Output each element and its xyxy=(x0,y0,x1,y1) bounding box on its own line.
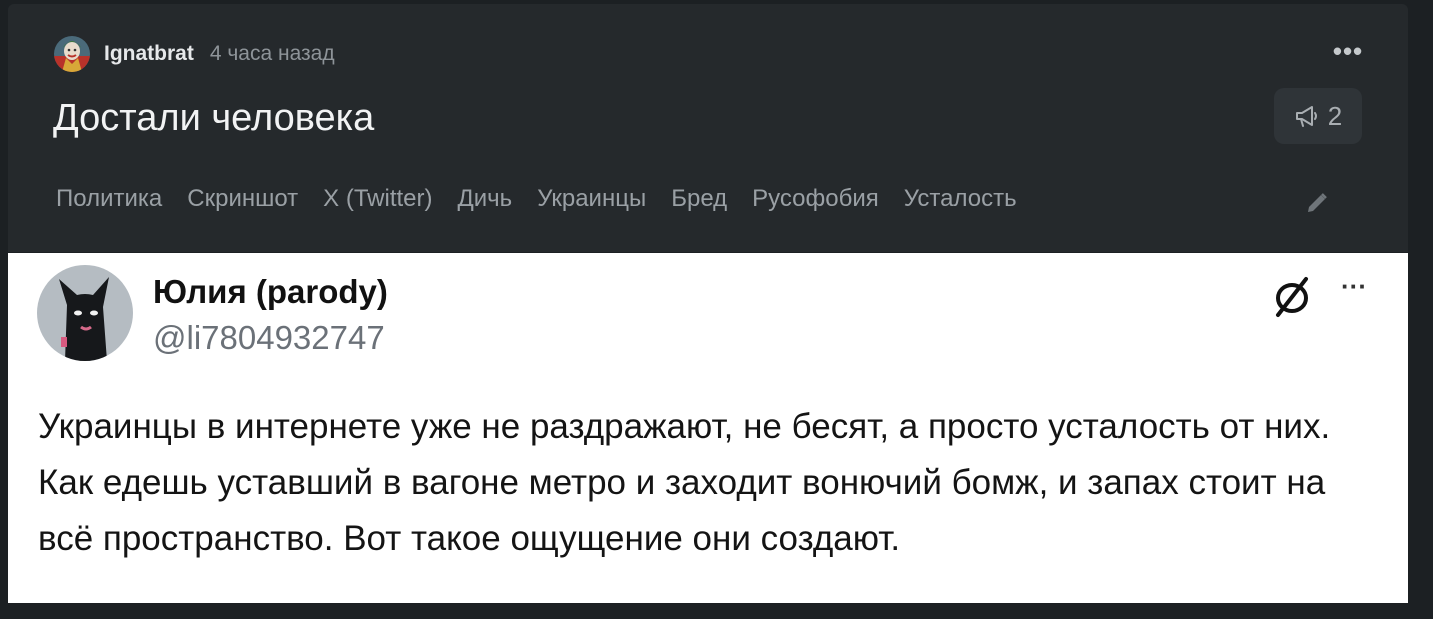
tweet-more-icon: ··· xyxy=(1341,271,1367,301)
tag-ukrainians[interactable]: Украинцы xyxy=(537,185,646,213)
tweet-avatar xyxy=(37,265,133,361)
tweet-text: Украинцы в интернете уже не раздражают, … xyxy=(38,407,1331,558)
post-title[interactable]: Достали человека xyxy=(53,95,374,141)
comments-count: 2 xyxy=(1327,100,1343,131)
author-name[interactable]: Ignatbrat xyxy=(104,42,194,66)
edit-tags-button[interactable] xyxy=(1302,188,1332,218)
crossed-circle-icon xyxy=(1270,275,1314,319)
tag-nonsense[interactable]: Бред xyxy=(671,185,727,213)
tweet-display-name: Юлия (parody) xyxy=(153,273,388,310)
tweet-screenshot: Юлия (parody) @li7804932747 ··· Украинцы… xyxy=(8,253,1408,603)
author-avatar[interactable] xyxy=(54,36,90,72)
tag-fatigue[interactable]: Усталость xyxy=(904,185,1017,213)
tag-dich[interactable]: Дичь xyxy=(458,185,513,213)
tag-russophobia[interactable]: Русофобия xyxy=(752,185,879,213)
post-author-row: Ignatbrat 4 часа назад xyxy=(54,36,335,72)
pencil-icon xyxy=(1308,193,1327,212)
tag-twitter[interactable]: X (Twitter) xyxy=(323,185,432,213)
megaphone-icon xyxy=(1294,104,1320,128)
post-timestamp: 4 часа назад xyxy=(209,42,335,65)
tag-screenshot[interactable]: Скриншот xyxy=(187,185,298,213)
tag-list: Политика Скриншот X (Twitter) Дичь Украи… xyxy=(56,185,1042,213)
tweet-handle: @li7804932747 xyxy=(153,319,385,356)
post-more-button[interactable]: ••• xyxy=(1328,38,1368,70)
tag-politics[interactable]: Политика xyxy=(56,185,162,213)
more-dots-icon: ••• xyxy=(1332,36,1364,66)
post-card: Ignatbrat 4 часа назад ••• Достали челов… xyxy=(8,4,1408,252)
comments-button[interactable]: 2 xyxy=(1274,88,1362,144)
